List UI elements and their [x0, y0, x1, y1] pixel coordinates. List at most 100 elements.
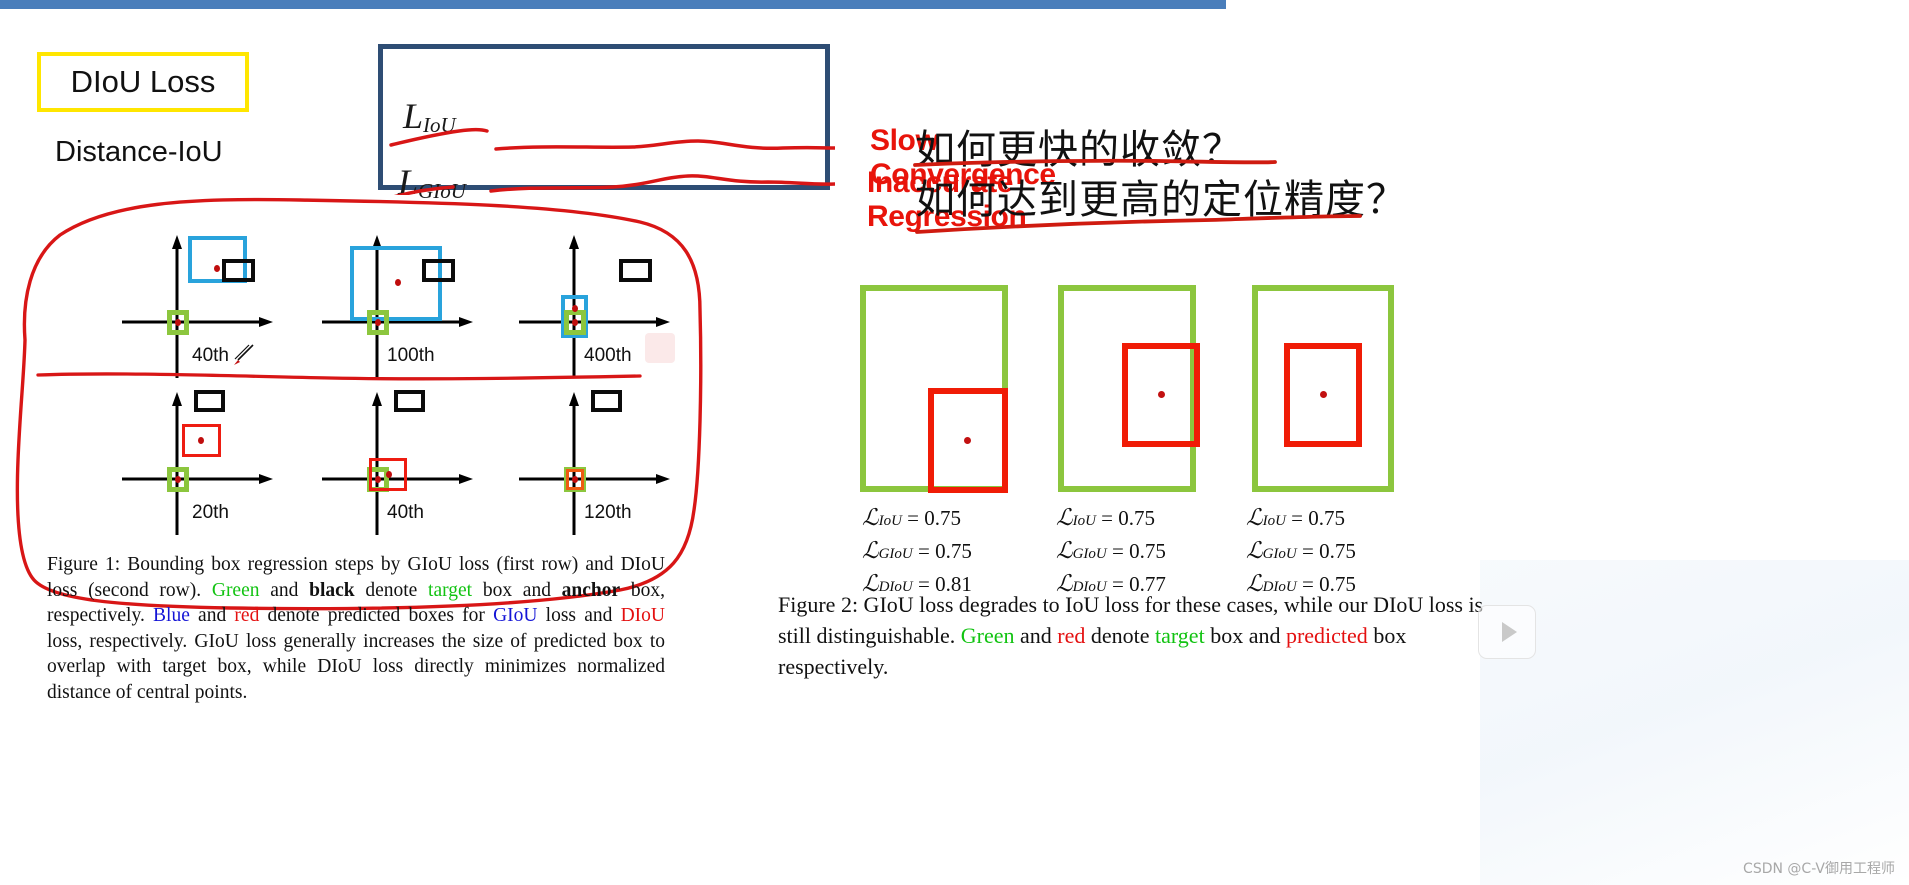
- figure-2-caption: Figure 2: GIoU loss degrades to IoU loss…: [778, 589, 1490, 682]
- fig2-cap-seg-6: box and: [1204, 623, 1286, 648]
- fig1-cap-bold-black: black: [309, 579, 355, 601]
- top-accent-bar: [0, 0, 1226, 9]
- fig2-case-3: ℒIoU = 0.75 ℒGIoU = 0.75 ℒDIoU = 0.75: [1246, 285, 1452, 596]
- fig1-anchor-box-5: [394, 390, 425, 412]
- fig1-center-dot-5: [386, 471, 392, 478]
- fig2-loss-iou-3: ℒIoU = 0.75: [1246, 505, 1345, 530]
- video-play-button[interactable]: [1478, 605, 1536, 659]
- fig1-cap-blue: Blue: [153, 605, 190, 626]
- fig1-step-label-giou-3: 400th: [584, 345, 632, 366]
- fig2-loss-name-iou-2: IoU: [1072, 513, 1096, 529]
- fig2-losses-2: ℒIoU = 0.75 ℒGIoU = 0.75 ℒDIoU = 0.77: [1056, 503, 1166, 602]
- fig1-target-dot-3: [572, 319, 578, 326]
- fig2-loss-value-giou-3: 0.75: [1319, 539, 1356, 563]
- fig1-cap-seg-4: denote: [354, 579, 429, 601]
- fig2-case-1: ℒIoU = 0.75 ℒGIoU = 0.75 ℒDIoU = 0.81: [860, 285, 1060, 596]
- fig1-target-dot-5: [375, 476, 381, 483]
- fig2-cap-green: Green: [960, 623, 1015, 648]
- fig2-center-dot-2: [1158, 391, 1165, 398]
- fig2-loss-value-giou-1: 0.75: [935, 539, 972, 563]
- fig1-step-label-diou-3: 120th: [584, 502, 632, 523]
- fig2-loss-giou-2: ℒGIoU = 0.75: [1056, 538, 1166, 563]
- top-bar-remainder: [1226, 0, 1909, 9]
- fig2-loss-giou-3: ℒGIoU = 0.75: [1246, 538, 1356, 563]
- math-sub-giou: GIoU: [418, 179, 466, 204]
- fig1-giou-panel-1: 40th: [120, 223, 320, 383]
- fig1-anchor-box-2: [422, 259, 455, 282]
- math-base-l2: L: [398, 162, 419, 202]
- fig1-center-dot-1: [214, 265, 220, 272]
- ghost-ui-icon: [645, 333, 675, 363]
- math-label-giou: LGIoU: [398, 161, 466, 204]
- fig2-loss-name-giou-1: GIoU: [878, 546, 913, 562]
- fig2-center-dot-1: [964, 437, 971, 444]
- fig1-cap-seg-2: and: [259, 579, 310, 601]
- fig1-cap-bold-anchor: anchor: [561, 579, 621, 601]
- fig2-cap-seg-4: denote: [1085, 623, 1155, 648]
- fig2-symbol-L-2: ℒ: [862, 538, 879, 563]
- watermark-text: CSDN @C-V御用工程师: [1743, 861, 1895, 877]
- fig1-anchor-box-6: [591, 390, 622, 412]
- play-triangle-icon: [1501, 622, 1517, 642]
- figure-1: 40th 100th 400th 20th 40th 120th: [30, 205, 730, 565]
- fig2-loss-name-iou-3: IoU: [1262, 513, 1286, 529]
- fig2-cap-red-predicted: predicted: [1285, 623, 1368, 648]
- fig1-diou-panel-2: 40th: [320, 380, 520, 540]
- fig2-cap-red: red: [1057, 623, 1086, 648]
- fig1-step-label-diou-2: 40th: [387, 502, 424, 523]
- fig1-anchor-box-1: [222, 259, 255, 282]
- background-gradient: [1480, 560, 1909, 885]
- fig1-cap-green-1: Green: [211, 579, 260, 601]
- fig1-cap-seg-12: denote predicted boxes for: [259, 605, 494, 626]
- fig2-losses-3: ℒIoU = 0.75 ℒGIoU = 0.75 ℒDIoU = 0.75: [1246, 503, 1356, 602]
- fig2-case-2: ℒIoU = 0.75 ℒGIoU = 0.75 ℒDIoU = 0.77: [1056, 285, 1258, 596]
- fig1-target-dot-1: [175, 319, 181, 326]
- fig1-giou-panel-2: 100th: [320, 223, 520, 383]
- loss-callout-box: LIoU LGIoU Slow Convergence Inaccurate R…: [378, 44, 1056, 233]
- fig2-loss-value-iou-1: 0.75: [924, 506, 961, 530]
- fig2-loss-name-iou-1: IoU: [878, 513, 902, 529]
- fig1-cap-red-diou: DIoU: [620, 605, 665, 626]
- fig2-losses-1: ℒIoU = 0.75 ℒGIoU = 0.75 ℒDIoU = 0.81: [862, 503, 972, 602]
- question-line-2: 如何达到更高的定位精度？: [915, 177, 1407, 223]
- fig2-loss-value-giou-2: 0.75: [1129, 539, 1166, 563]
- fig1-step-label-diou-1: 20th: [192, 502, 229, 523]
- fig2-cap-green-target: target: [1155, 623, 1205, 648]
- fig1-target-dot-2: [375, 319, 381, 326]
- fig1-center-dot-3: [572, 305, 578, 312]
- fig2-symbol-L-4: ℒ: [1056, 505, 1073, 530]
- slide-title: DIoU Loss: [70, 64, 216, 99]
- fig1-giou-panel-3: 400th: [517, 223, 717, 383]
- fig1-anchor-box-3: [619, 259, 652, 282]
- fig1-step-label-giou-2: 100th: [387, 345, 435, 366]
- fig2-symbol-L-1: ℒ: [862, 505, 879, 530]
- fig1-step-label-giou-1: 40th: [192, 345, 229, 366]
- fig1-cap-seg-16: loss, respectively. GIoU loss generally …: [47, 630, 665, 703]
- fig1-cap-blue-giou: GIoU: [493, 605, 538, 626]
- fig1-target-dot-4: [175, 476, 181, 483]
- fig2-symbol-L-5: ℒ: [1056, 538, 1073, 563]
- fig2-loss-name-giou-3: GIoU: [1262, 546, 1297, 562]
- fig1-diou-panel-3: 120th: [517, 380, 717, 540]
- fig1-cap-red: red: [234, 605, 260, 626]
- fig1-center-dot-4: [198, 437, 204, 444]
- math-base-l: L: [403, 96, 424, 136]
- fig2-loss-iou-1: ℒIoU = 0.75: [862, 505, 961, 530]
- fig1-center-dot-6: [572, 476, 578, 483]
- fig2-loss-iou-2: ℒIoU = 0.75: [1056, 505, 1155, 530]
- fig1-center-dot-2: [395, 279, 401, 286]
- fig2-loss-name-giou-2: GIoU: [1072, 546, 1107, 562]
- fig1-cap-seg-6: box and: [472, 579, 562, 601]
- fig2-symbol-L-7: ℒ: [1246, 505, 1263, 530]
- fig1-cap-seg-10: and: [189, 605, 235, 626]
- math-label-iou: LIoU: [403, 95, 456, 138]
- fig2-loss-value-iou-3: 0.75: [1308, 506, 1345, 530]
- fig1-cap-green-target: target: [428, 579, 473, 601]
- figure-1-caption: Figure 1: Bounding box regression steps …: [47, 552, 665, 705]
- slide-title-box: DIoU Loss: [37, 52, 249, 112]
- fig2-loss-giou-1: ℒGIoU = 0.75: [862, 538, 972, 563]
- fig1-diou-panel-1: 20th: [120, 380, 320, 540]
- fig1-cap-seg-14: loss and: [537, 605, 621, 626]
- math-sub-iou: IoU: [423, 113, 456, 138]
- slide-subtitle: Distance-IoU: [55, 136, 223, 168]
